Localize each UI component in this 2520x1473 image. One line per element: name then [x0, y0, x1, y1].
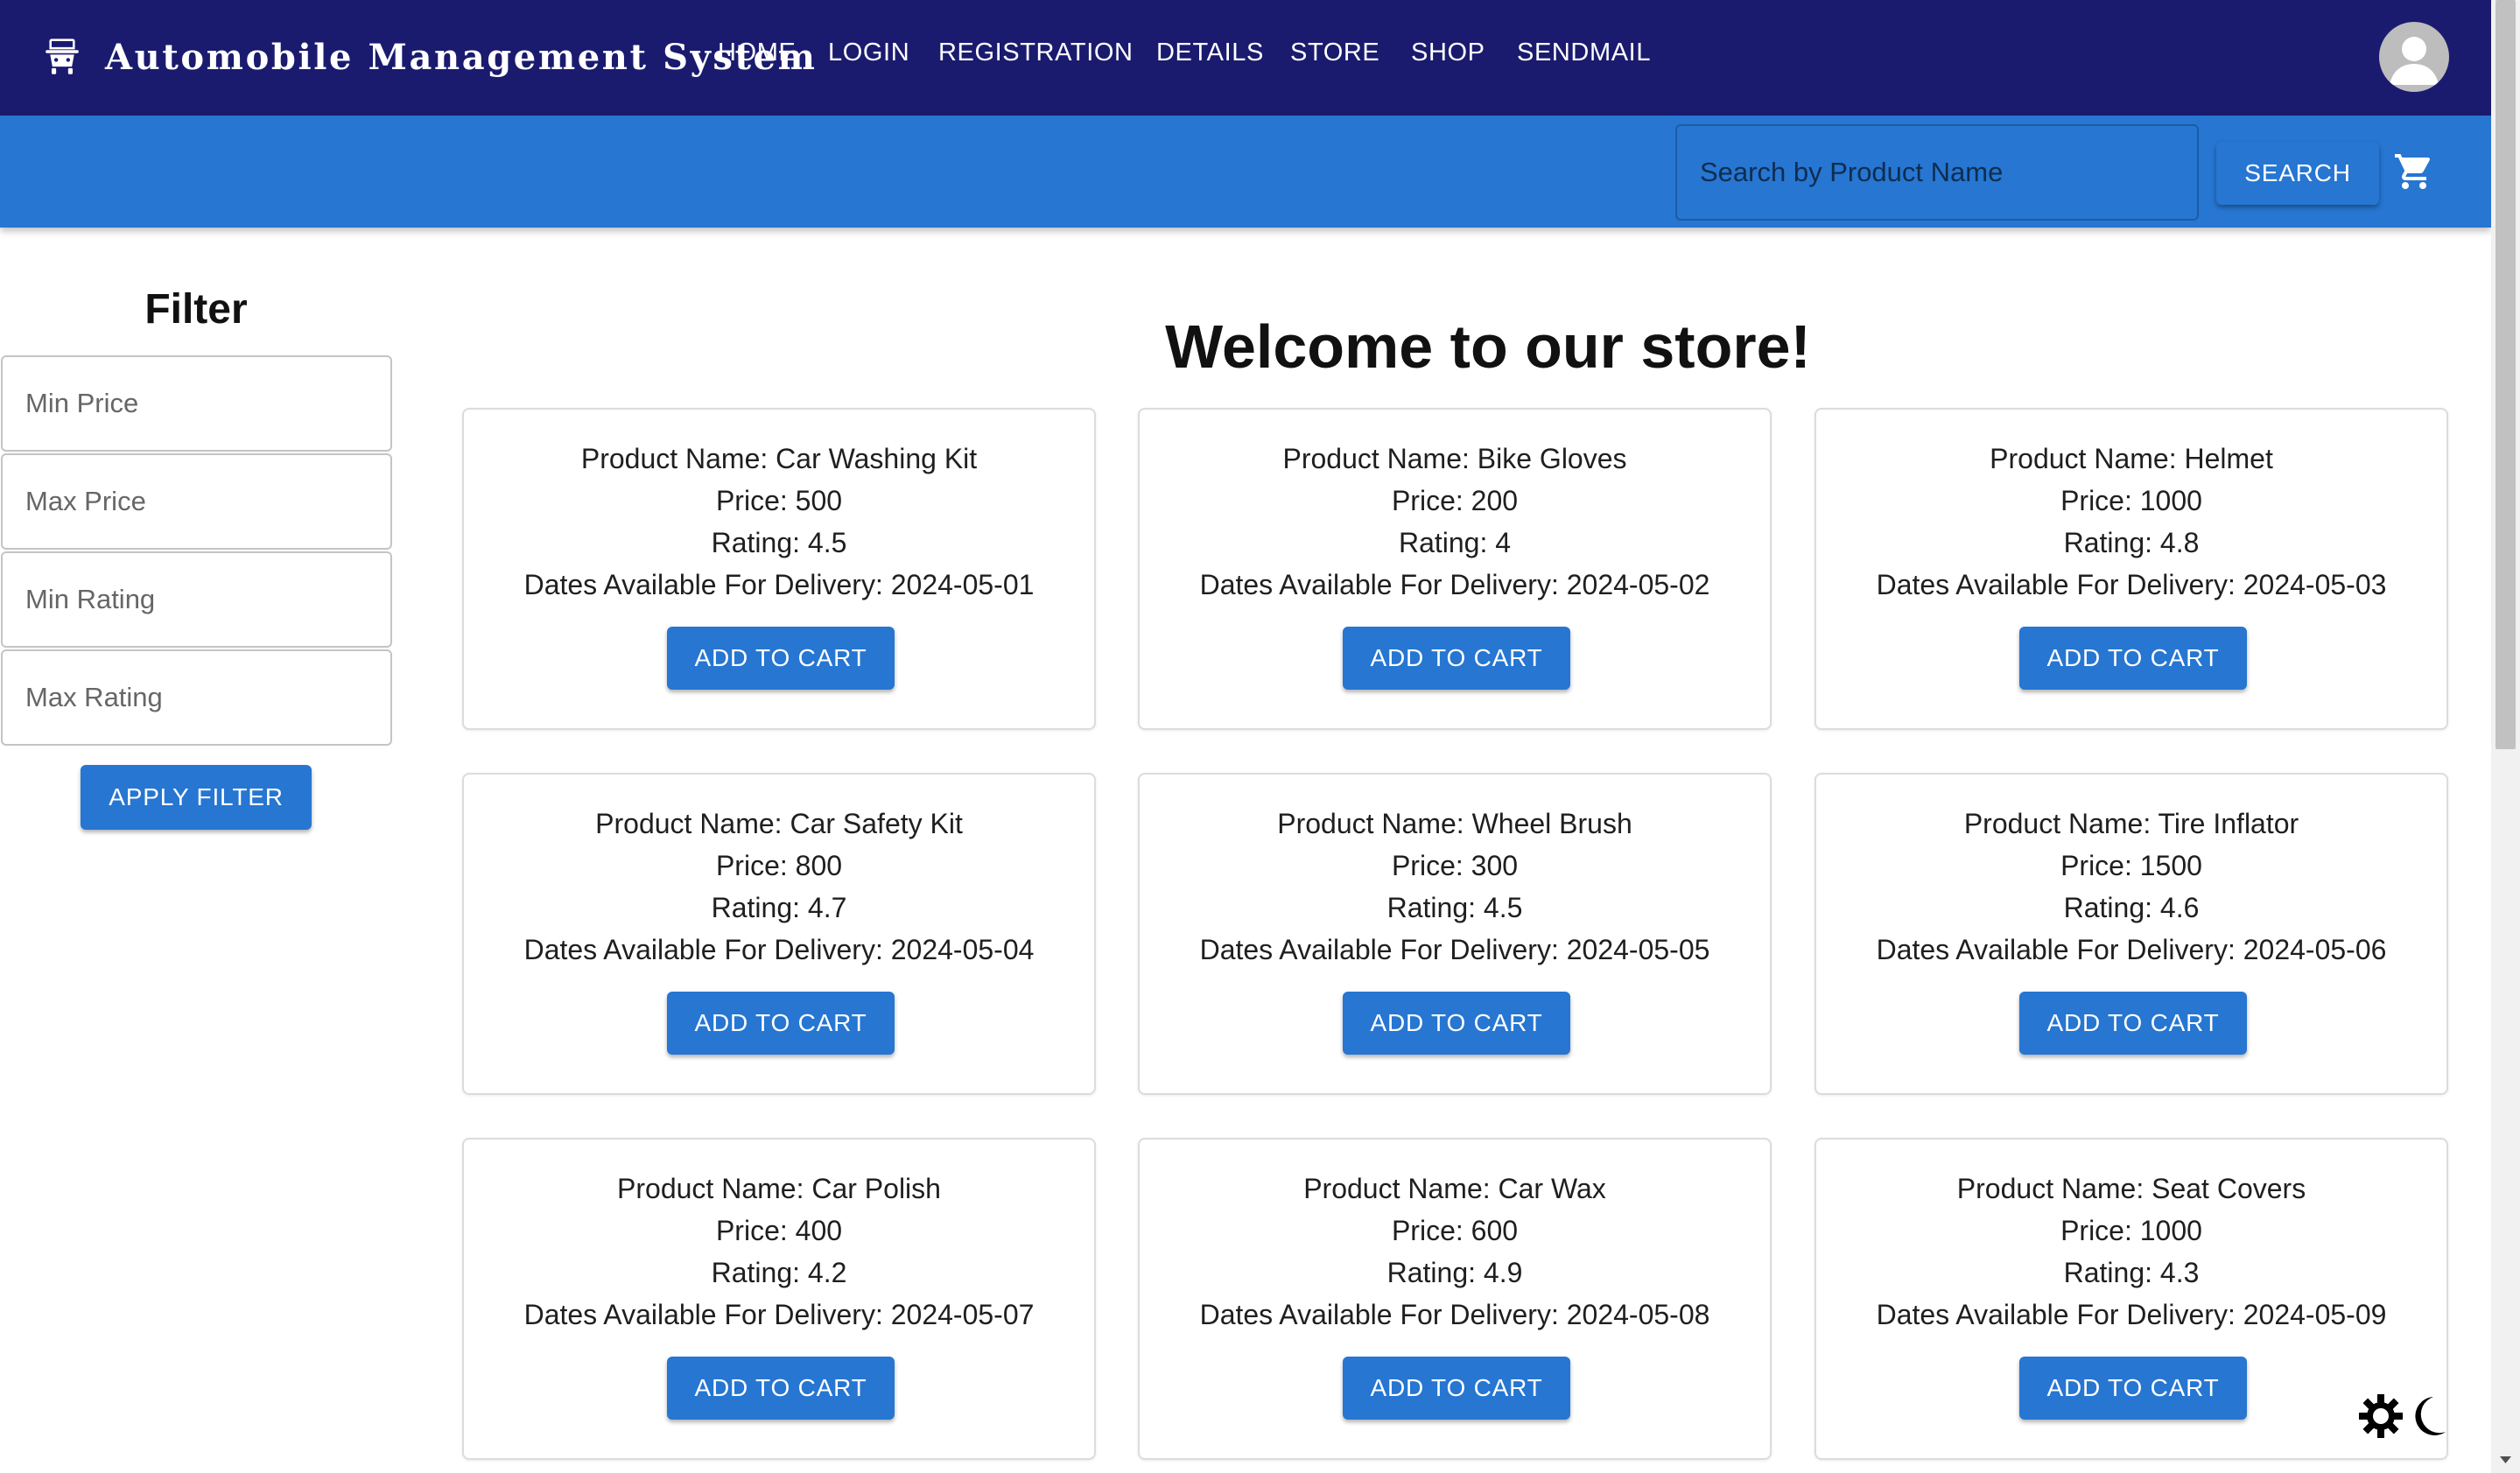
- brand[interactable]: Automobile Management System: [44, 32, 818, 82]
- product-delivery: Dates Available For Delivery: 2024-05-07: [523, 1299, 1035, 1330]
- nav-home[interactable]: HOME: [718, 39, 796, 67]
- product-rating: Rating: 4.3: [2063, 1257, 2200, 1288]
- product-rating: Rating: 4.7: [711, 892, 847, 923]
- product-delivery: Dates Available For Delivery: 2024-05-05: [1199, 934, 1710, 965]
- min-rating-field[interactable]: [1, 551, 392, 648]
- product-delivery: Dates Available For Delivery: 2024-05-06: [1876, 934, 2387, 965]
- product-name: Product Name: Car Washing Kit: [580, 443, 978, 474]
- product-rating: Rating: 4.5: [1386, 892, 1523, 923]
- product-rating: Rating: 4: [1398, 527, 1512, 558]
- product-name: Product Name: Seat Covers: [1956, 1173, 2306, 1204]
- min-price-field[interactable]: [1, 355, 392, 452]
- person-icon: [2390, 37, 2439, 85]
- add-to-cart-button[interactable]: ADD TO CART: [1343, 1357, 1570, 1420]
- product-price: Price: 800: [715, 850, 843, 881]
- scroll-down-arrow-icon[interactable]: [2491, 1447, 2520, 1473]
- add-to-cart-button[interactable]: ADD TO CART: [667, 992, 895, 1055]
- add-to-cart-button[interactable]: ADD TO CART: [2019, 992, 2247, 1055]
- sun-icon[interactable]: [2359, 1394, 2403, 1438]
- add-to-cart-button[interactable]: ADD TO CART: [2019, 1357, 2247, 1420]
- nav-sendmail[interactable]: SENDMAIL: [1517, 39, 1651, 67]
- moon-icon[interactable]: [2415, 1397, 2446, 1435]
- product-delivery: Dates Available For Delivery: 2024-05-09: [1876, 1299, 2387, 1330]
- product-price: Price: 1000: [2060, 485, 2202, 516]
- app-bar: Automobile Management System HOME LOGIN …: [0, 0, 2491, 116]
- user-avatar-icon[interactable]: [2379, 22, 2449, 92]
- search-bar: SEARCH: [0, 116, 2491, 228]
- product-delivery: Dates Available For Delivery: 2024-05-03: [1876, 569, 2387, 600]
- search-button[interactable]: SEARCH: [2216, 142, 2379, 205]
- max-price-field[interactable]: [1, 453, 392, 550]
- car-seat-icon: [46, 39, 79, 74]
- product-card: Product Name: Car Washing Kit Price: 500…: [462, 408, 1096, 730]
- product-name: Product Name: Car Safety Kit: [595, 808, 963, 839]
- product-price: Price: 400: [715, 1215, 843, 1246]
- nav-shop[interactable]: SHOP: [1411, 39, 1485, 67]
- product-rating: Rating: 4.6: [2063, 892, 2200, 923]
- product-card: Product Name: Wheel Brush Price: 300 Rat…: [1138, 773, 1772, 1095]
- product-price: Price: 1500: [2060, 850, 2202, 881]
- product-price: Price: 500: [715, 485, 843, 516]
- product-card: Product Name: Tire Inflator Price: 1500 …: [1815, 773, 2448, 1095]
- store-title: Welcome to our store!: [1165, 312, 1811, 381]
- nav-login[interactable]: LOGIN: [828, 39, 909, 67]
- app-title: Automobile Management System: [105, 36, 818, 78]
- product-delivery: Dates Available For Delivery: 2024-05-01: [523, 569, 1035, 600]
- apply-filter-button[interactable]: APPLY FILTER: [81, 765, 312, 830]
- product-card: Product Name: Car Safety Kit Price: 800 …: [462, 773, 1096, 1095]
- add-to-cart-button[interactable]: ADD TO CART: [667, 627, 895, 690]
- product-name: Product Name: Wheel Brush: [1277, 808, 1632, 839]
- product-card: Product Name: Helmet Price: 1000 Rating:…: [1815, 408, 2448, 730]
- scrollbar-thumb[interactable]: [2495, 0, 2516, 749]
- product-price: Price: 300: [1391, 850, 1519, 881]
- product-card: Product Name: Seat Covers Price: 1000 Ra…: [1815, 1138, 2448, 1460]
- add-to-cart-button[interactable]: ADD TO CART: [2019, 627, 2247, 690]
- product-delivery: Dates Available For Delivery: 2024-05-08: [1199, 1299, 1710, 1330]
- search-input[interactable]: [1675, 124, 2199, 221]
- product-card: Product Name: Bike Gloves Price: 200 Rat…: [1138, 408, 1772, 730]
- filter-title: Filter: [144, 286, 248, 333]
- product-name: Product Name: Helmet: [1990, 443, 2273, 474]
- product-delivery: Dates Available For Delivery: 2024-05-02: [1199, 569, 1710, 600]
- product-card: Product Name: Car Wax Price: 600 Rating:…: [1138, 1138, 1772, 1460]
- product-card: Product Name: Car Polish Price: 400 Rati…: [462, 1138, 1096, 1460]
- product-price: Price: 200: [1391, 485, 1519, 516]
- product-price: Price: 1000: [2060, 1215, 2202, 1246]
- product-price: Price: 600: [1391, 1215, 1519, 1246]
- product-rating: Rating: 4.5: [711, 527, 847, 558]
- shopping-cart-icon[interactable]: [2393, 151, 2435, 193]
- add-to-cart-button[interactable]: ADD TO CART: [667, 1357, 895, 1420]
- product-rating: Rating: 4.9: [1386, 1257, 1523, 1288]
- product-rating: Rating: 4.8: [2063, 527, 2200, 558]
- vertical-scrollbar[interactable]: [2491, 0, 2520, 1473]
- product-name: Product Name: Car Wax: [1303, 1173, 1606, 1204]
- theme-toggle[interactable]: [2358, 1393, 2447, 1439]
- product-name: Product Name: Bike Gloves: [1282, 443, 1627, 474]
- product-name: Product Name: Car Polish: [617, 1173, 941, 1204]
- nav-store[interactable]: STORE: [1290, 39, 1379, 67]
- nav-registration[interactable]: REGISTRATION: [938, 39, 1134, 67]
- add-to-cart-button[interactable]: ADD TO CART: [1343, 627, 1570, 690]
- product-name: Product Name: Tire Inflator: [1963, 808, 2299, 839]
- max-rating-field[interactable]: [1, 649, 392, 746]
- product-rating: Rating: 4.2: [711, 1257, 847, 1288]
- product-delivery: Dates Available For Delivery: 2024-05-04: [523, 934, 1035, 965]
- nav-details[interactable]: DETAILS: [1156, 39, 1264, 67]
- add-to-cart-button[interactable]: ADD TO CART: [1343, 992, 1570, 1055]
